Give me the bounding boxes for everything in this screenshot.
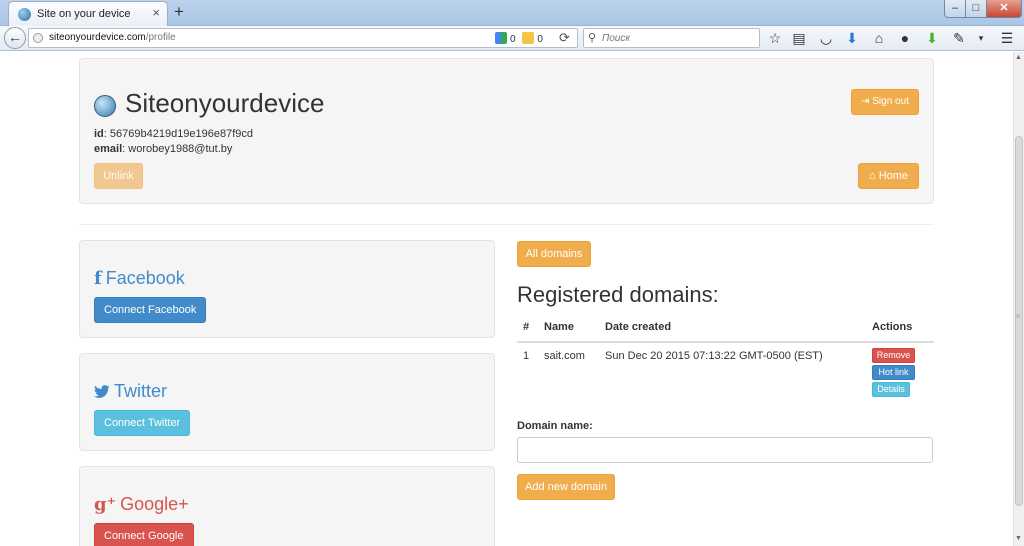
url-path: /profile: [145, 32, 176, 43]
extension-badges: 0 0: [495, 32, 543, 46]
connect-google-button[interactable]: Connect Google: [94, 523, 194, 546]
home-label: Home: [878, 170, 909, 182]
green-download-icon[interactable]: ⬇: [923, 29, 941, 47]
column-header-number: #: [523, 321, 530, 333]
extension-icon[interactable]: ✎: [950, 29, 968, 47]
scroll-up-icon[interactable]: ▲: [1015, 54, 1022, 61]
search-bar[interactable]: ⚲: [583, 28, 760, 48]
home-icon: ⌂: [868, 170, 876, 182]
divider: [79, 224, 934, 225]
connect-twitter-button[interactable]: Connect Twitter: [94, 410, 191, 436]
facebook-panel: f Facebook Connect Facebook: [79, 240, 495, 338]
hamburger-menu-icon[interactable]: ☰: [998, 29, 1016, 47]
url-text[interactable]: siteonyourdevice.com/profile: [49, 32, 176, 43]
tab-title: Site on your device: [37, 8, 131, 20]
facebook-heading: f Facebook: [94, 268, 185, 289]
details-button[interactable]: Details: [872, 382, 910, 397]
pocket-icon[interactable]: ◡: [817, 29, 835, 47]
scrollbar-grip-icon: ≡: [1016, 314, 1020, 320]
table-header-divider: [517, 341, 934, 343]
domain-name-label: Domain name:: [517, 420, 593, 432]
maximize-window-icon[interactable]: □: [965, 0, 987, 18]
home-button[interactable]: ⌂ Home: [858, 163, 919, 189]
facebook-icon: f: [94, 268, 102, 289]
url-host: siteonyourdevice.com: [49, 32, 146, 43]
site-identity-icon[interactable]: [33, 33, 43, 43]
close-window-icon[interactable]: ✕: [986, 0, 1022, 18]
add-domain-button[interactable]: Add new domain: [517, 474, 615, 500]
page-content: Siteonyourdevice id: 56769b4219d19e196e8…: [0, 52, 1013, 546]
google-extension-icon[interactable]: [495, 32, 507, 44]
browser-tab-bar: Site on your device × + – □ ✕: [0, 0, 1024, 26]
browser-nav-bar: ← siteonyourdevice.com/profile 0 0 ⟳ ⚲ ☆…: [0, 26, 1024, 51]
download-icon[interactable]: ⬇: [843, 29, 861, 47]
reading-list-icon[interactable]: ▤: [790, 29, 808, 47]
chat-icon[interactable]: ●: [896, 29, 914, 47]
twitter-title: Twitter: [114, 381, 168, 401]
email-label: email: [94, 143, 123, 155]
registered-domains-heading: Registered domains:: [517, 282, 719, 307]
domain-name: sait.com: [544, 350, 585, 362]
back-arrow-icon[interactable]: ←: [4, 27, 26, 49]
new-tab-icon[interactable]: +: [174, 3, 184, 21]
close-tab-icon[interactable]: ×: [152, 6, 160, 20]
scroll-down-icon[interactable]: ▼: [1015, 535, 1022, 542]
sign-out-button[interactable]: ⇥ Sign out: [851, 89, 919, 115]
twitter-heading: Twitter: [94, 381, 167, 404]
minimize-window-icon[interactable]: –: [944, 0, 966, 18]
profile-panel: Siteonyourdevice id: 56769b4219d19e196e8…: [79, 58, 934, 204]
chevron-down-icon[interactable]: ▾: [972, 29, 990, 47]
unlink-button[interactable]: Unlink: [94, 163, 143, 189]
all-domains-button[interactable]: All domains: [517, 241, 591, 267]
column-header-date: Date created: [605, 321, 672, 333]
search-icon: ⚲: [588, 32, 597, 44]
google-title: Google+: [120, 494, 189, 514]
connect-facebook-button[interactable]: Connect Facebook: [94, 297, 207, 323]
google-heading: g⁺ Google+: [94, 494, 189, 515]
domain-date: Sun Dec 20 2015 07:13:22 GMT-0500 (EST): [605, 350, 823, 362]
address-bar[interactable]: siteonyourdevice.com/profile 0 0 ⟳: [28, 28, 578, 48]
page-title: Siteonyourdevice: [125, 88, 325, 118]
google-panel: g⁺ Google+ Connect Google: [79, 466, 495, 546]
vertical-scrollbar[interactable]: ▲ ≡ ▼: [1013, 52, 1024, 546]
user-email-row: email: worobey1988@tut.by: [94, 143, 232, 155]
sign-out-icon: ⇥: [861, 96, 870, 107]
search-input[interactable]: [602, 31, 752, 45]
domain-number: 1: [523, 350, 530, 362]
remove-domain-button[interactable]: Remove: [872, 348, 915, 363]
site-favicon-icon: [18, 8, 31, 21]
email-value: : worobey1988@tut.by: [122, 143, 233, 155]
id-value: : 56769b4219d19e196e87f9cd: [103, 128, 254, 140]
reload-icon[interactable]: ⟳: [559, 30, 570, 46]
google-plus-icon: g⁺: [94, 494, 117, 515]
google-extension-count: 0: [510, 34, 516, 45]
column-header-name: Name: [544, 321, 574, 333]
home-icon[interactable]: ⌂: [870, 29, 888, 47]
sign-out-label: Sign out: [872, 96, 909, 107]
column-header-actions: Actions: [872, 321, 913, 333]
user-id-row: id: 56769b4219d19e196e87f9cd: [94, 128, 253, 140]
browser-tab[interactable]: Site on your device ×: [8, 1, 168, 26]
facebook-title: Facebook: [105, 268, 185, 288]
twitter-panel: Twitter Connect Twitter: [79, 353, 495, 451]
site-logo-icon: [94, 95, 116, 117]
yandex-extension-icon[interactable]: [522, 32, 535, 44]
id-label: id: [94, 128, 104, 140]
hot-link-button[interactable]: Hot link: [872, 365, 915, 380]
domain-name-input[interactable]: [517, 437, 933, 463]
yandex-extension-count: 0: [537, 34, 543, 45]
twitter-bird-icon: [94, 383, 110, 404]
scrollbar-thumb[interactable]: [1015, 136, 1023, 506]
bookmark-star-icon[interactable]: ☆: [766, 29, 784, 47]
